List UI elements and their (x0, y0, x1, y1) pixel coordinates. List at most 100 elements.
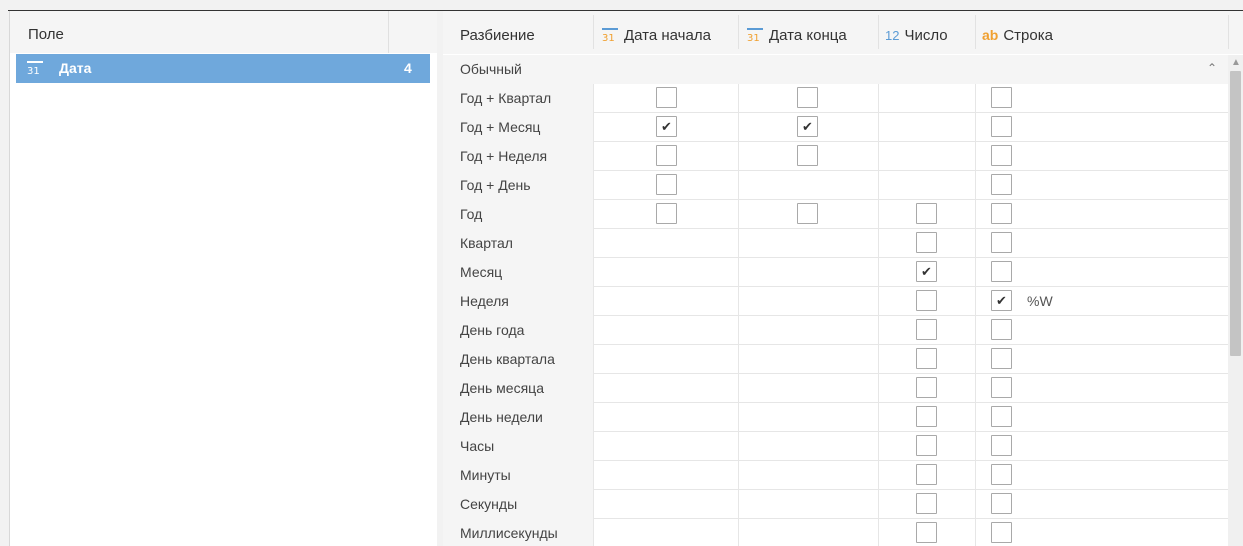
svg-text:31: 31 (747, 33, 760, 42)
split-row-label: Минуты (443, 461, 593, 490)
split-cell (975, 171, 1228, 200)
calendar-icon: 31 (746, 28, 764, 46)
checkbox-checked[interactable]: ✔ (656, 116, 677, 137)
split-cell (593, 287, 738, 316)
checkbox[interactable] (991, 522, 1012, 543)
split-cell (738, 316, 878, 345)
split-row-label: Секунды (443, 490, 593, 519)
split-cell (878, 142, 975, 171)
checkbox[interactable] (991, 232, 1012, 253)
checkbox[interactable] (916, 348, 937, 369)
checkbox[interactable] (916, 203, 937, 224)
chevron-up-icon[interactable]: ⌃ (1207, 61, 1217, 75)
checkbox[interactable] (991, 319, 1012, 340)
group-header-regular[interactable]: Обычный ⌃ (443, 55, 1228, 84)
split-cell (975, 142, 1228, 171)
checkbox[interactable] (797, 87, 818, 108)
fields-header-title: Поле (28, 26, 64, 43)
checkbox[interactable] (991, 435, 1012, 456)
field-item-date[interactable]: 31 Дата 4 (16, 54, 430, 83)
vertical-scrollbar[interactable]: ▲ (1228, 55, 1243, 546)
checkbox[interactable] (991, 87, 1012, 108)
checkbox[interactable] (991, 203, 1012, 224)
column-divider[interactable] (975, 15, 976, 49)
checkbox[interactable] (991, 493, 1012, 514)
split-row-label: День года (443, 316, 593, 345)
split-cell (975, 345, 1228, 374)
fields-panel: Поле 31 Дата 4 (9, 11, 437, 546)
split-cell (878, 490, 975, 519)
split-row: Минуты (443, 461, 1228, 490)
split-cell (593, 432, 738, 461)
checkbox[interactable] (916, 522, 937, 543)
checkbox[interactable] (656, 145, 677, 166)
split-cell: ✔ %W (975, 287, 1228, 316)
scroll-up-arrow-icon[interactable]: ▲ (1231, 57, 1241, 68)
checkbox-checked[interactable]: ✔ (797, 116, 818, 137)
column-number[interactable]: 12 Число (885, 27, 948, 44)
checkbox[interactable] (916, 464, 937, 485)
split-cell (593, 519, 738, 546)
split-cell (593, 316, 738, 345)
split-row-label: Неделя (443, 287, 593, 316)
split-cell (878, 432, 975, 461)
calendar-icon: 31 (26, 61, 44, 78)
column-date-end[interactable]: 31 Дата конца (746, 27, 847, 46)
checkbox[interactable] (991, 261, 1012, 282)
checkbox[interactable] (916, 232, 937, 253)
checkbox[interactable] (991, 464, 1012, 485)
split-cell (593, 374, 738, 403)
checkbox-checked[interactable]: ✔ (916, 261, 937, 282)
checkbox-checked[interactable]: ✔ (991, 290, 1012, 311)
checkbox[interactable] (991, 406, 1012, 427)
checkbox[interactable] (916, 319, 937, 340)
checkbox[interactable] (656, 87, 677, 108)
split-cell (975, 403, 1228, 432)
split-cell (738, 142, 878, 171)
split-cell (975, 113, 1228, 142)
split-cell (738, 171, 878, 200)
column-divider[interactable] (593, 15, 594, 49)
split-row: Год + Неделя (443, 142, 1228, 171)
column-date-end-label: Дата конца (769, 27, 847, 44)
split-cell (878, 287, 975, 316)
checkbox[interactable] (797, 145, 818, 166)
column-divider[interactable] (738, 15, 739, 49)
split-row-label: Месяц (443, 258, 593, 287)
column-divider[interactable] (878, 15, 879, 49)
split-cell (593, 229, 738, 258)
checkbox[interactable] (991, 348, 1012, 369)
split-cell (593, 171, 738, 200)
split-row-label: Часы (443, 432, 593, 461)
split-row: День года (443, 316, 1228, 345)
checkbox[interactable] (797, 203, 818, 224)
checkbox[interactable] (656, 174, 677, 195)
column-divider[interactable] (1228, 15, 1229, 49)
checkbox[interactable] (916, 493, 937, 514)
checkbox[interactable] (991, 116, 1012, 137)
checkbox[interactable] (916, 290, 937, 311)
checkbox[interactable] (991, 145, 1012, 166)
split-row: День квартала (443, 345, 1228, 374)
svg-text:31: 31 (27, 66, 40, 75)
split-cell (975, 316, 1228, 345)
scrollbar-thumb[interactable] (1230, 71, 1241, 356)
checkbox[interactable] (916, 406, 937, 427)
column-string[interactable]: ab Строка (982, 27, 1053, 44)
format-string: %W (1027, 293, 1053, 309)
split-cell (975, 200, 1228, 229)
split-cell (738, 84, 878, 113)
checkbox[interactable] (656, 203, 677, 224)
split-cell (878, 229, 975, 258)
checkbox[interactable] (991, 377, 1012, 398)
split-cell (975, 258, 1228, 287)
checkbox[interactable] (916, 435, 937, 456)
checkbox[interactable] (991, 174, 1012, 195)
checkbox[interactable] (916, 377, 937, 398)
split-cell (975, 84, 1228, 113)
split-cell (975, 519, 1228, 546)
header-divider[interactable] (388, 11, 389, 53)
column-date-start[interactable]: 31 Дата начала (601, 27, 711, 46)
split-row: Год + Квартал (443, 84, 1228, 113)
split-cell (593, 200, 738, 229)
